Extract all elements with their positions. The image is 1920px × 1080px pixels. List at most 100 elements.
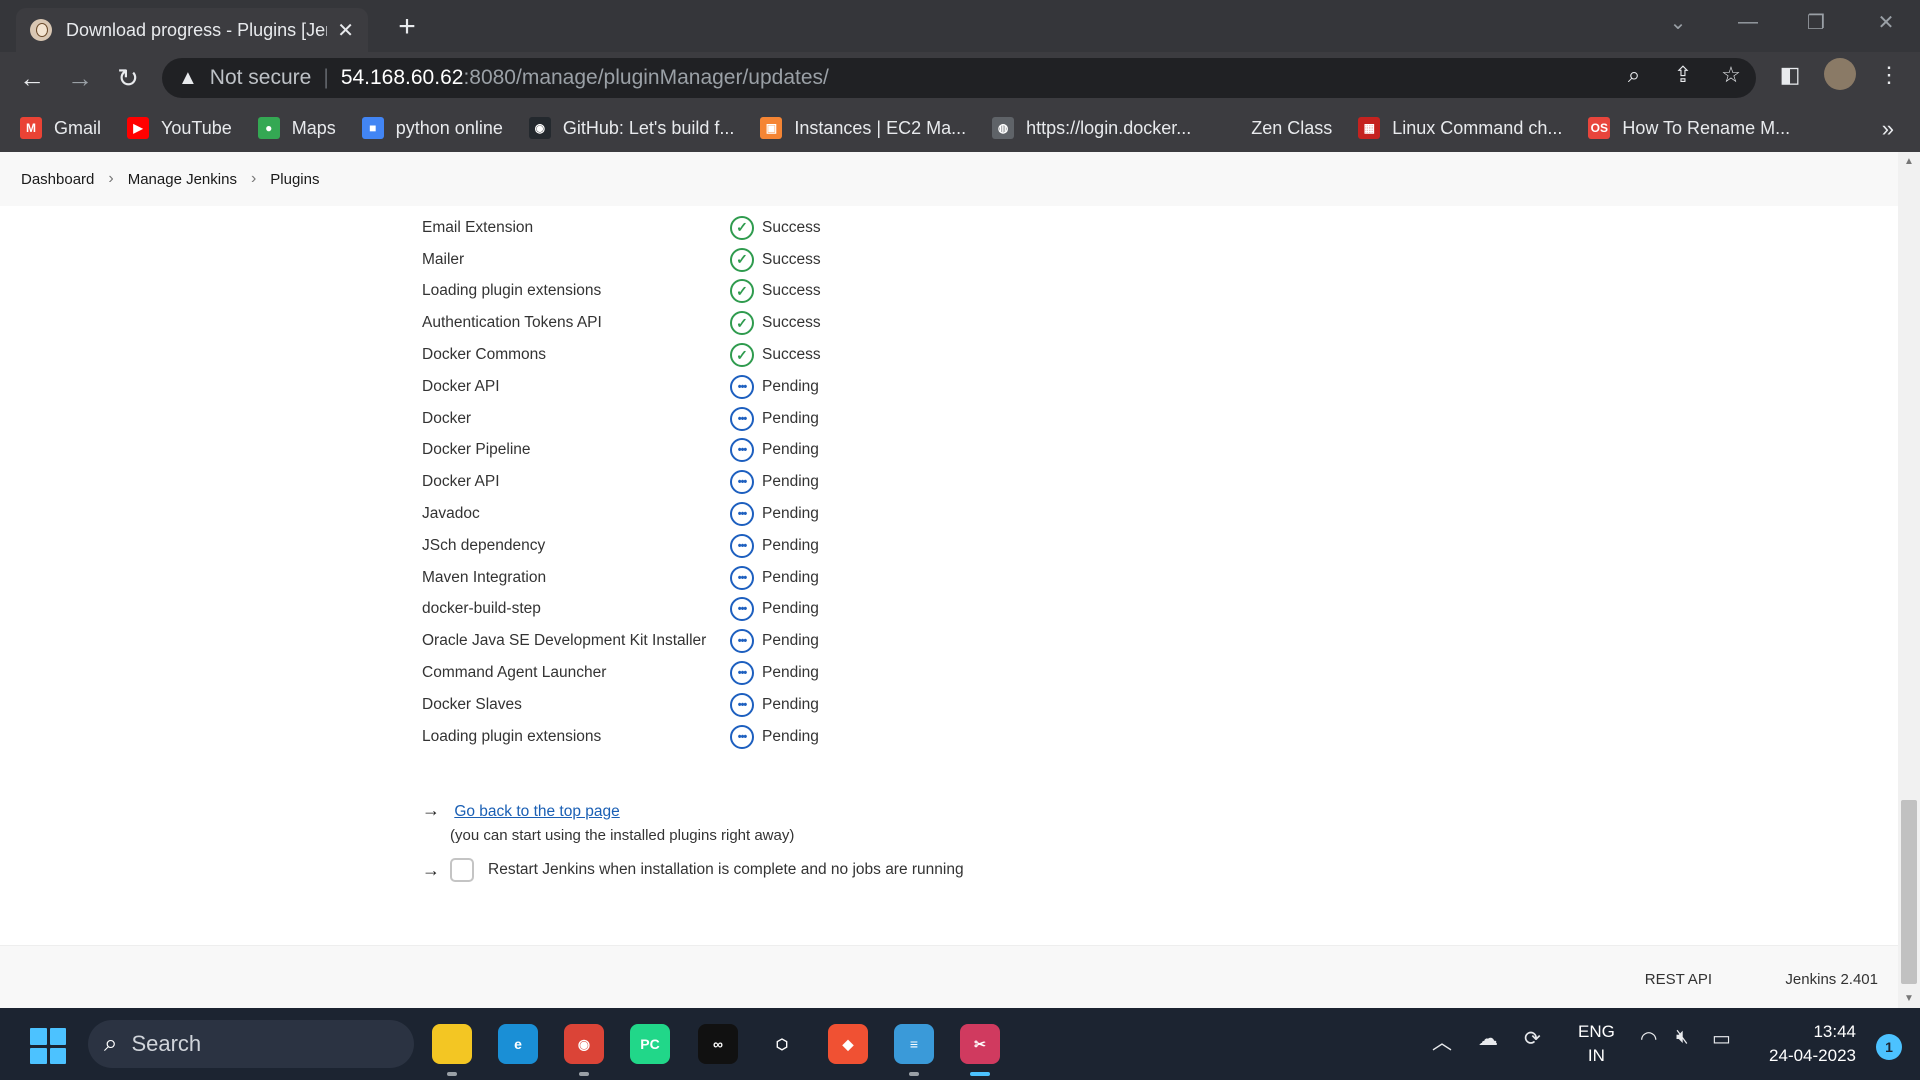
scroll-thumb[interactable] <box>1901 800 1917 984</box>
bookmark-item[interactable]: ▣ Instances | EC2 Ma... <box>760 117 966 139</box>
browser-toolbar: ← → ↻ ▲ Not secure | 54.168.60.62 :8080/… <box>0 52 1920 104</box>
scroll-up-icon[interactable]: ▲ <box>1898 156 1920 167</box>
side-panel-icon[interactable]: ◧ <box>1775 62 1805 88</box>
creative-cloud-icon[interactable]: ∞ <box>698 1024 738 1064</box>
plugin-row: Javadoc ••• Pending <box>422 498 821 530</box>
scroll-down-icon[interactable]: ▼ <box>1898 993 1920 1004</box>
warning-icon[interactable]: ▲ <box>178 67 198 90</box>
browser-tab[interactable]: Download progress - Plugins [Jenkins] ✕ <box>16 8 368 52</box>
bookmark-item[interactable]: ■ python online <box>361 117 503 139</box>
plugin-status: Pending <box>762 664 819 682</box>
plugin-status: Pending <box>762 473 819 491</box>
pycharm-icon[interactable]: PC <box>630 1024 670 1064</box>
bookmark-label: GitHub: Let's build f... <box>562 117 735 138</box>
bookmark-item[interactable]: ▶ YouTube <box>127 117 232 139</box>
plugin-row: Command Agent Launcher ••• Pending <box>422 657 821 689</box>
bookmark-label: How To Rename M... <box>1622 117 1791 138</box>
menu-kebab-icon[interactable]: ⋮ <box>1874 62 1904 88</box>
pending-dots-icon: ••• <box>730 661 754 686</box>
language-code: ENG <box>1578 1022 1615 1041</box>
plugin-name: Docker Pipeline <box>422 441 531 459</box>
breadcrumb: Dashboard › Manage Jenkins › Plugins <box>0 152 1898 206</box>
forward-icon[interactable]: → <box>62 60 98 96</box>
rest-api-link[interactable]: REST API <box>1645 971 1712 988</box>
plugin-status: Success <box>762 218 821 236</box>
onedrive-error-icon[interactable]: ☁ <box>1478 1026 1498 1051</box>
security-label[interactable]: Not secure <box>210 66 312 90</box>
bookmark-item[interactable]: ● Maps <box>257 117 336 139</box>
breadcrumb-dashboard[interactable]: Dashboard <box>21 171 94 188</box>
plugin-row: docker-build-step ••• Pending <box>422 594 821 626</box>
file-explorer-icon[interactable] <box>432 1024 472 1064</box>
profile-avatar[interactable] <box>1824 58 1856 90</box>
maps-icon: ● <box>257 117 280 139</box>
restart-checkbox[interactable] <box>450 858 474 882</box>
go-back-top-page-link[interactable]: Go back to the top page <box>454 803 619 820</box>
windows-taskbar: ⌕ Search e ◉ PC ∞ ⬡ ◆ ≡ ✂ ︿ ☁ ⟳ ENG IN ◠ 🔇︎ ▭ 1… <box>0 1008 1920 1080</box>
page-scrollbar[interactable]: ▲ ▼ <box>1898 152 1920 1008</box>
breadcrumb-plugins[interactable]: Plugins <box>270 171 319 188</box>
window-close-icon[interactable]: ✕ <box>1856 0 1916 44</box>
bookmark-label: Maps <box>291 117 336 138</box>
bookmark-label: Zen Class <box>1251 117 1333 138</box>
git-icon[interactable]: ◆ <box>828 1024 868 1064</box>
bookmarks-overflow-icon[interactable]: » <box>1882 116 1894 142</box>
taskbar-search[interactable]: ⌕ Search <box>88 1020 414 1068</box>
arrow-right-icon: → <box>422 859 440 880</box>
pending-dots-icon: ••• <box>730 438 754 463</box>
zoom-icon[interactable]: ⌕ <box>1619 62 1649 88</box>
plugin-row: Loading plugin extensions ✓ Success <box>422 276 821 308</box>
bookmark-item[interactable]: OS How To Rename M... <box>1588 117 1790 139</box>
language-indicator[interactable]: ENG IN <box>1578 1020 1615 1068</box>
jenkins-version-link[interactable]: Jenkins 2.401 <box>1785 971 1878 988</box>
reload-icon[interactable]: ↻ <box>110 60 146 96</box>
python-online-icon: ■ <box>361 117 384 139</box>
youtube-icon: ▶ <box>127 117 150 139</box>
edge-icon[interactable]: e <box>498 1024 538 1064</box>
wifi-icon[interactable]: ◠ <box>1640 1026 1657 1051</box>
plugin-row: Oracle Java SE Development Kit Installer… <box>422 625 821 657</box>
pending-dots-icon: ••• <box>730 406 754 431</box>
snipping-tool-icon[interactable]: ✂ <box>960 1024 1000 1064</box>
bookmark-star-icon[interactable]: ☆ <box>1716 62 1746 88</box>
restore-icon[interactable]: ❐ <box>1786 0 1846 44</box>
new-tab-icon[interactable]: + <box>390 10 424 44</box>
notepad-icon[interactable]: ≡ <box>894 1024 934 1064</box>
chrome-icon[interactable]: ◉ <box>564 1024 604 1064</box>
speaker-muted-icon[interactable]: 🔇︎ <box>1676 1026 1689 1049</box>
close-tab-icon[interactable]: ✕ <box>337 18 354 43</box>
clock[interactable]: 13:44 24-04-2023 <box>1769 1020 1856 1068</box>
notification-badge[interactable]: 1 <box>1876 1034 1902 1060</box>
battery-icon[interactable]: ▭ <box>1712 1026 1731 1051</box>
url-path: :8080/manage/pluginManager/updates/ <box>463 66 829 89</box>
url-host: 54.168.60.62 <box>340 66 464 89</box>
address-bar[interactable]: ▲ Not secure | 54.168.60.62 :8080/manage… <box>162 58 1756 98</box>
tab-search-icon[interactable]: ⌄ <box>1648 0 1708 44</box>
windows-start-icon[interactable] <box>30 1028 66 1064</box>
minimize-icon[interactable]: — <box>1718 0 1778 44</box>
plugin-status: Pending <box>762 695 819 713</box>
plugin-row: Maven Integration ••• Pending <box>422 562 821 594</box>
plugin-name: JSch dependency <box>422 536 546 554</box>
show-hidden-icons-icon[interactable]: ︿ <box>1432 1026 1452 1055</box>
bookmark-item[interactable]: ▦ Linux Command ch... <box>1358 117 1562 139</box>
virtualbox-icon[interactable]: ⬡ <box>762 1024 802 1064</box>
back-icon[interactable]: ← <box>14 60 50 96</box>
sync-icon[interactable]: ⟳ <box>1524 1026 1541 1051</box>
restart-label[interactable]: Restart Jenkins when installation is com… <box>488 861 964 879</box>
plugin-name: Loading plugin extensions <box>422 727 602 745</box>
plugin-status: Success <box>762 282 821 300</box>
plugin-name: Loading plugin extensions <box>422 282 602 300</box>
breadcrumb-manage-jenkins[interactable]: Manage Jenkins <box>128 171 237 188</box>
share-icon[interactable]: ⇪ <box>1668 62 1698 88</box>
bookmark-item[interactable]: ◍ https://login.docker... <box>992 117 1191 139</box>
bookmark-item[interactable]: Zen Class <box>1217 117 1332 139</box>
bookmark-item[interactable]: ◉ GitHub: Let's build f... <box>528 117 735 139</box>
success-check-icon: ✓ <box>730 311 754 336</box>
plugin-row: Docker API ••• Pending <box>422 466 821 498</box>
plugin-status: Pending <box>762 377 819 395</box>
bookmark-item[interactable]: M Gmail <box>20 117 101 139</box>
plugin-name: Javadoc <box>422 505 480 523</box>
time: 13:44 <box>1813 1022 1856 1041</box>
plugin-name: Docker Commons <box>422 346 547 364</box>
